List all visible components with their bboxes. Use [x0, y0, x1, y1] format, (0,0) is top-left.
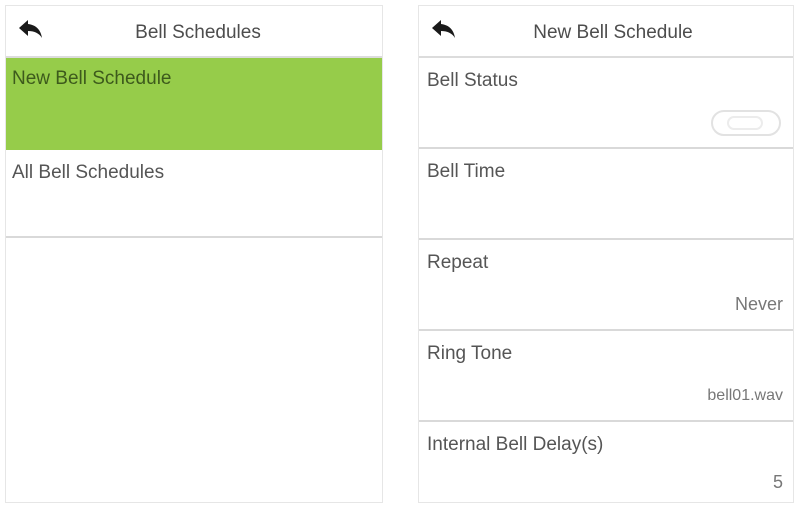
setting-label: Ring Tone: [427, 343, 513, 364]
setting-label: Repeat: [427, 252, 489, 273]
new-bell-schedule-panel: New Bell Schedule Bell Status Bell Time …: [418, 5, 794, 503]
setting-repeat[interactable]: Repeat Never: [419, 240, 793, 331]
header: Bell Schedules: [6, 6, 382, 58]
page-title: Bell Schedules: [135, 22, 261, 43]
menu-item-label: All Bell Schedules: [12, 162, 165, 183]
page-title: New Bell Schedule: [533, 22, 693, 43]
setting-value: 5: [772, 472, 783, 492]
setting-bell-status[interactable]: Bell Status: [419, 58, 793, 149]
menu-item-all-bell-schedules[interactable]: All Bell Schedules: [6, 150, 382, 238]
menu-item-new-bell-schedule[interactable]: New Bell Schedule: [6, 58, 382, 150]
menu-item-label: New Bell Schedule: [12, 68, 172, 89]
setting-ring-tone[interactable]: Ring Tone bell01.wav: [419, 331, 793, 422]
setting-value: Never: [734, 294, 783, 314]
setting-label: Bell Time: [427, 161, 506, 182]
bell-schedules-panel: Bell Schedules New Bell Schedule All Bel…: [5, 5, 383, 503]
setting-internal-bell-delay[interactable]: Internal Bell Delay(s) 5: [419, 422, 793, 502]
setting-label: Internal Bell Delay(s): [427, 434, 604, 455]
toggle-knob: [727, 116, 763, 130]
setting-label: Bell Status: [427, 70, 518, 91]
header: New Bell Schedule: [419, 6, 793, 58]
bell-status-toggle[interactable]: [711, 110, 781, 136]
setting-bell-time[interactable]: Bell Time: [419, 149, 793, 240]
setting-value: bell01.wav: [707, 387, 783, 404]
